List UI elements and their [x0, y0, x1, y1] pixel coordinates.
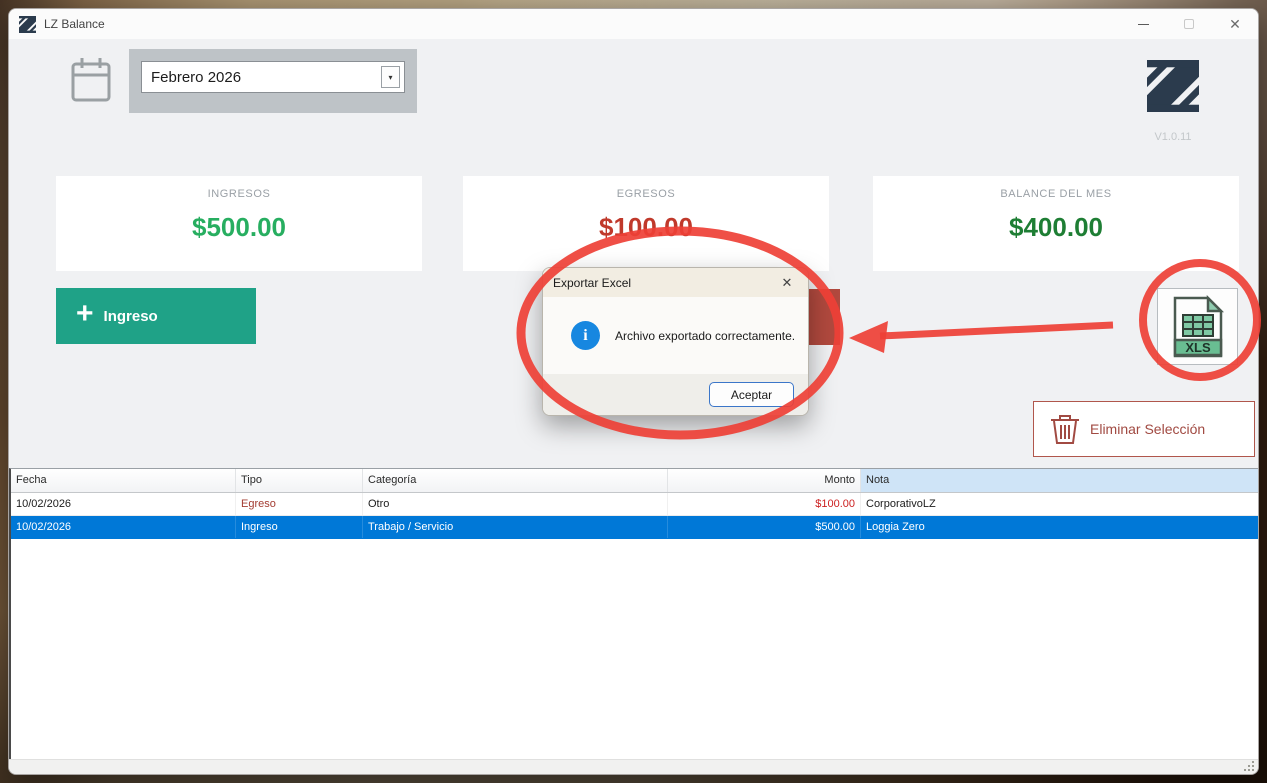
trash-icon [1050, 412, 1080, 446]
maximize-button[interactable] [1166, 9, 1212, 39]
calendar-icon [71, 56, 111, 104]
dialog-close-icon[interactable]: ✕ [776, 275, 798, 291]
egresos-value: $100.00 [463, 212, 829, 243]
cell-fecha: 10/02/2026 [11, 516, 236, 538]
lz-brand-logo [1147, 58, 1199, 114]
column-header-categoria[interactable]: Categoría [363, 469, 668, 492]
cell-nota: CorporativoLZ [861, 493, 1259, 515]
accept-button[interactable]: Aceptar [709, 382, 794, 407]
app-logo-icon [19, 16, 36, 33]
cell-monto: $500.00 [668, 516, 861, 538]
table-header: Fecha Tipo Categoría Monto Nota [11, 469, 1259, 493]
add-egreso-button-partial[interactable] [808, 289, 840, 345]
ingresos-label: INGRESOS [56, 188, 422, 200]
export-xls-button[interactable]: XLS [1157, 288, 1238, 365]
ingresos-value: $500.00 [56, 212, 422, 243]
status-bar [9, 759, 1258, 774]
delete-selection-button[interactable]: Eliminar Selección [1033, 401, 1255, 457]
resize-grip[interactable] [1244, 761, 1255, 772]
dialog-title-bar: Exportar Excel ✕ [543, 268, 808, 297]
info-icon: i [571, 321, 600, 350]
month-picker-panel: Febrero 2026 ▾ [129, 49, 417, 113]
balance-value: $400.00 [873, 212, 1239, 243]
cell-monto: $100.00 [668, 493, 861, 515]
dialog-message: Archivo exportado correctamente. [615, 329, 795, 343]
column-header-tipo[interactable]: Tipo [236, 469, 363, 492]
month-selector-value: Febrero 2026 [142, 69, 381, 86]
plus-icon: + [76, 301, 94, 327]
column-header-fecha[interactable]: Fecha [11, 469, 236, 492]
month-selector[interactable]: Febrero 2026 ▾ [141, 61, 405, 93]
balance-label: BALANCE DEL MES [873, 188, 1239, 200]
add-ingreso-button[interactable]: + Ingreso [56, 288, 256, 344]
export-excel-dialog: Exportar Excel ✕ i Archivo exportado cor… [542, 267, 809, 416]
transactions-table: Fecha Tipo Categoría Monto Nota 10/02/20… [9, 468, 1259, 761]
svg-text:XLS: XLS [1185, 340, 1211, 355]
ingresos-card: INGRESOS $500.00 [56, 176, 422, 271]
ingreso-button-label: Ingreso [104, 308, 158, 325]
table-row-selected[interactable]: 10/02/2026 Ingreso Trabajo / Servicio $5… [11, 516, 1259, 539]
column-header-monto[interactable]: Monto [668, 469, 861, 492]
title-bar: LZ Balance ✕ [9, 9, 1258, 39]
cell-categoria: Otro [363, 493, 668, 515]
balance-card: BALANCE DEL MES $400.00 [873, 176, 1239, 271]
egresos-card: EGRESOS $100.00 [463, 176, 829, 271]
cell-tipo: Egreso [236, 493, 363, 515]
close-button[interactable]: ✕ [1212, 9, 1258, 39]
app-window: LZ Balance ✕ Febrero 2026 ▾ V1.0.11 I [8, 8, 1259, 775]
delete-button-label: Eliminar Selección [1090, 421, 1205, 437]
version-label: V1.0.11 [1131, 131, 1215, 143]
cell-fecha: 10/02/2026 [11, 493, 236, 515]
dialog-body: i Archivo exportado correctamente. [543, 297, 808, 374]
chevron-down-icon[interactable]: ▾ [381, 66, 400, 88]
minimize-button[interactable] [1120, 9, 1166, 39]
cell-tipo: Ingreso [236, 516, 363, 538]
egresos-label: EGRESOS [463, 188, 829, 200]
column-header-nota[interactable]: Nota [861, 469, 1259, 492]
dialog-title: Exportar Excel [553, 276, 776, 290]
cell-nota: Loggia Zero [861, 516, 1259, 538]
cell-categoria: Trabajo / Servicio [363, 516, 668, 538]
xls-file-icon: XLS [1169, 295, 1227, 359]
window-title: LZ Balance [44, 17, 105, 31]
table-row[interactable]: 10/02/2026 Egreso Otro $100.00 Corporati… [11, 493, 1259, 516]
dialog-footer: Aceptar [543, 374, 808, 415]
